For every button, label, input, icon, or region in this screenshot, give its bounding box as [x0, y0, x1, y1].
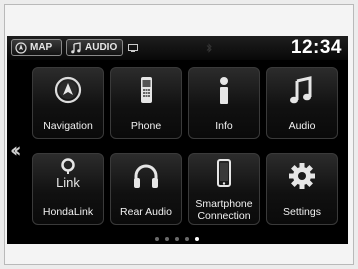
tile-settings[interactable]: Settings — [266, 153, 338, 225]
page-dot[interactable] — [165, 237, 169, 241]
clock: 12:34 — [290, 37, 342, 58]
tile-navigation[interactable]: Navigation — [32, 67, 104, 139]
phone-icon — [141, 77, 152, 103]
audio-source-button[interactable]: AUDIO — [66, 39, 123, 56]
navigation-icon — [54, 76, 82, 104]
audio-label: AUDIO — [85, 42, 118, 53]
previous-page-arrow-icon[interactable]: ‹‹ — [10, 138, 22, 162]
tile-label: Info — [215, 120, 233, 132]
tile-label: Audio — [288, 120, 316, 132]
map-label: MAP — [30, 42, 53, 53]
page-dot[interactable] — [175, 237, 179, 241]
status-bar: MAP AUDIO 12:34 — [7, 36, 348, 60]
tile-phone[interactable]: Phone — [110, 67, 182, 139]
music-note-icon — [290, 76, 312, 104]
page-indicator — [155, 237, 199, 241]
page-dot[interactable] — [155, 237, 159, 241]
bluetooth-icon — [206, 43, 212, 53]
tile-rear-audio[interactable]: Rear Audio — [110, 153, 182, 225]
tile-label: HondaLink — [42, 206, 94, 218]
page-dot-active[interactable] — [195, 237, 199, 241]
smartphone-icon — [217, 159, 231, 187]
svg-text:Link: Link — [56, 175, 80, 190]
tile-label: Smartphone Connection — [189, 198, 259, 222]
tile-audio[interactable]: Audio — [266, 67, 338, 139]
tile-label-line2: Connection — [197, 210, 251, 222]
gear-icon — [289, 163, 315, 189]
tile-label: Settings — [283, 206, 321, 218]
tile-hondalink[interactable]: Link HondaLink — [32, 153, 104, 225]
hondalink-icon: Link — [56, 158, 80, 190]
music-note-icon — [71, 41, 81, 53]
tile-label: Rear Audio — [120, 206, 172, 218]
tile-info[interactable]: Info — [188, 67, 260, 139]
tile-label-line1: Smartphone — [195, 198, 253, 210]
info-icon — [220, 77, 228, 104]
display-icon — [128, 44, 138, 52]
headphones-icon — [134, 164, 158, 188]
head-unit-screen: MAP AUDIO 12:34 ‹‹ Navigation Phone Info… — [7, 36, 348, 244]
tile-smartphone-connection[interactable]: Smartphone Connection — [188, 153, 260, 225]
map-button[interactable]: MAP — [11, 39, 62, 56]
tile-label: Phone — [130, 120, 162, 132]
tile-label: Navigation — [43, 120, 93, 132]
page-dot[interactable] — [185, 237, 189, 241]
compass-icon — [15, 41, 27, 54]
